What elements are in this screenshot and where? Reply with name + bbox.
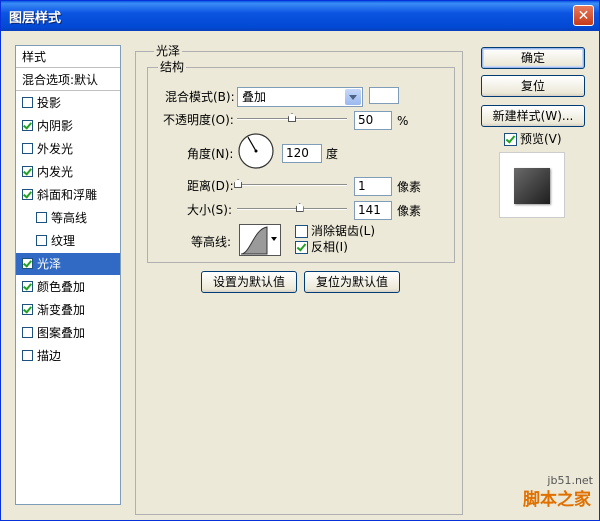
preview-swatch — [514, 168, 550, 204]
style-item-checkbox[interactable] — [22, 327, 33, 338]
style-item-checkbox[interactable] — [22, 304, 33, 315]
style-item-checkbox[interactable] — [22, 97, 33, 108]
style-item-checkbox[interactable] — [22, 189, 33, 200]
style-item-7[interactable]: 光泽 — [16, 253, 120, 275]
style-item-label: 外发光 — [37, 142, 74, 156]
style-item-label: 内发光 — [37, 165, 74, 179]
style-item-label: 斜面和浮雕 — [37, 188, 98, 202]
style-item-5[interactable]: 等高线 — [16, 207, 120, 229]
size-unit: 像素 — [397, 204, 422, 218]
size-input[interactable]: 141 — [354, 201, 392, 220]
ok-button[interactable]: 确定 — [481, 47, 585, 69]
distance-input[interactable]: 1 — [354, 177, 392, 196]
contour-picker[interactable] — [239, 224, 281, 256]
style-item-checkbox[interactable] — [36, 235, 47, 246]
style-preview — [499, 152, 565, 218]
reset-button[interactable]: 复位 — [481, 75, 585, 97]
style-item-10[interactable]: 图案叠加 — [16, 322, 120, 344]
invert-checkbox[interactable] — [295, 241, 308, 254]
opacity-label: 不透明度(O): — [163, 113, 234, 127]
style-item-checkbox[interactable] — [22, 120, 33, 131]
satin-color-swatch[interactable] — [369, 87, 399, 104]
style-item-label: 光泽 — [37, 257, 62, 271]
contour-dropdown-icon[interactable] — [271, 237, 277, 241]
style-item-label: 颜色叠加 — [37, 280, 86, 294]
preview-label[interactable]: 预览(V) — [520, 131, 562, 147]
new-style-button[interactable]: 新建样式(W)... — [481, 105, 585, 127]
style-item-11[interactable]: 描边 — [16, 345, 120, 367]
style-item-checkbox[interactable] — [22, 281, 33, 292]
blending-options-item[interactable]: 混合选项:默认 — [16, 69, 120, 91]
styles-header[interactable]: 样式 — [16, 46, 120, 68]
reset-default-button[interactable]: 复位为默认值 — [304, 271, 400, 293]
style-item-label: 描边 — [37, 349, 62, 363]
chevron-down-icon — [345, 89, 361, 105]
style-item-checkbox[interactable] — [36, 212, 47, 223]
style-item-label: 等高线 — [51, 211, 88, 225]
style-item-checkbox[interactable] — [22, 143, 33, 154]
structure-group-title: 结构 — [158, 60, 187, 74]
style-item-9[interactable]: 渐变叠加 — [16, 299, 120, 321]
blend-mode-select[interactable]: 叠加 — [237, 87, 363, 107]
style-item-4[interactable]: 斜面和浮雕 — [16, 184, 120, 206]
blend-mode-label: 混合模式(B): — [165, 90, 235, 104]
opacity-slider[interactable] — [237, 113, 347, 123]
layer-style-dialog: 图层样式 ✕ 样式 混合选项:默认 投影 内阴影 外发光 内发光 斜面和浮雕 等高线 纹理光… — [0, 0, 600, 521]
angle-unit: 度 — [326, 147, 339, 161]
size-slider[interactable] — [237, 203, 347, 213]
styles-list: 样式 混合选项:默认 投影内阴影外发光内发光斜面和浮雕等高线纹理光泽颜色叠加渐变… — [15, 45, 121, 505]
satin-group-title: 光泽 — [154, 44, 183, 58]
style-item-label: 渐变叠加 — [37, 303, 86, 317]
angle-label: 角度(N): — [187, 147, 234, 161]
close-button[interactable]: ✕ — [573, 5, 594, 26]
style-item-6[interactable]: 纹理 — [16, 230, 120, 252]
style-item-0[interactable]: 投影 — [16, 92, 120, 114]
style-item-label: 内阴影 — [37, 119, 74, 133]
style-item-checkbox[interactable] — [22, 350, 33, 361]
opacity-input[interactable]: 50 — [354, 111, 392, 130]
size-label: 大小(S): — [187, 203, 233, 217]
style-item-2[interactable]: 外发光 — [16, 138, 120, 160]
blend-mode-value: 叠加 — [242, 90, 267, 104]
style-item-label: 投影 — [37, 96, 62, 110]
contour-label: 等高线: — [191, 235, 232, 249]
size-slider-thumb[interactable] — [295, 203, 304, 212]
style-item-1[interactable]: 内阴影 — [16, 115, 120, 137]
style-item-label: 纹理 — [51, 234, 76, 248]
style-item-label: 图案叠加 — [37, 326, 86, 340]
distance-label: 距离(D): — [187, 179, 234, 193]
distance-unit: 像素 — [397, 180, 422, 194]
title-bar[interactable]: 图层样式 ✕ — [1, 1, 599, 31]
style-item-checkbox[interactable] — [22, 166, 33, 177]
window-title: 图层样式 — [9, 11, 62, 26]
preview-checkbox[interactable] — [504, 133, 517, 146]
set-default-button[interactable]: 设置为默认值 — [201, 271, 297, 293]
distance-slider[interactable] — [234, 179, 347, 189]
contour-curve-icon — [240, 226, 268, 255]
style-item-checkbox[interactable] — [22, 258, 33, 269]
opacity-slider-thumb[interactable] — [288, 113, 296, 122]
style-item-3[interactable]: 内发光 — [16, 161, 120, 183]
angle-dial[interactable] — [237, 132, 275, 170]
antialias-checkbox[interactable] — [295, 225, 308, 238]
angle-input[interactable]: 120 — [282, 144, 322, 163]
watermark-logo: 脚本之家 — [523, 490, 591, 510]
antialias-label[interactable]: 消除锯齿(L) — [311, 223, 375, 239]
style-item-8[interactable]: 颜色叠加 — [16, 276, 120, 298]
opacity-unit: % — [397, 114, 409, 128]
invert-label[interactable]: 反相(I) — [311, 239, 348, 255]
